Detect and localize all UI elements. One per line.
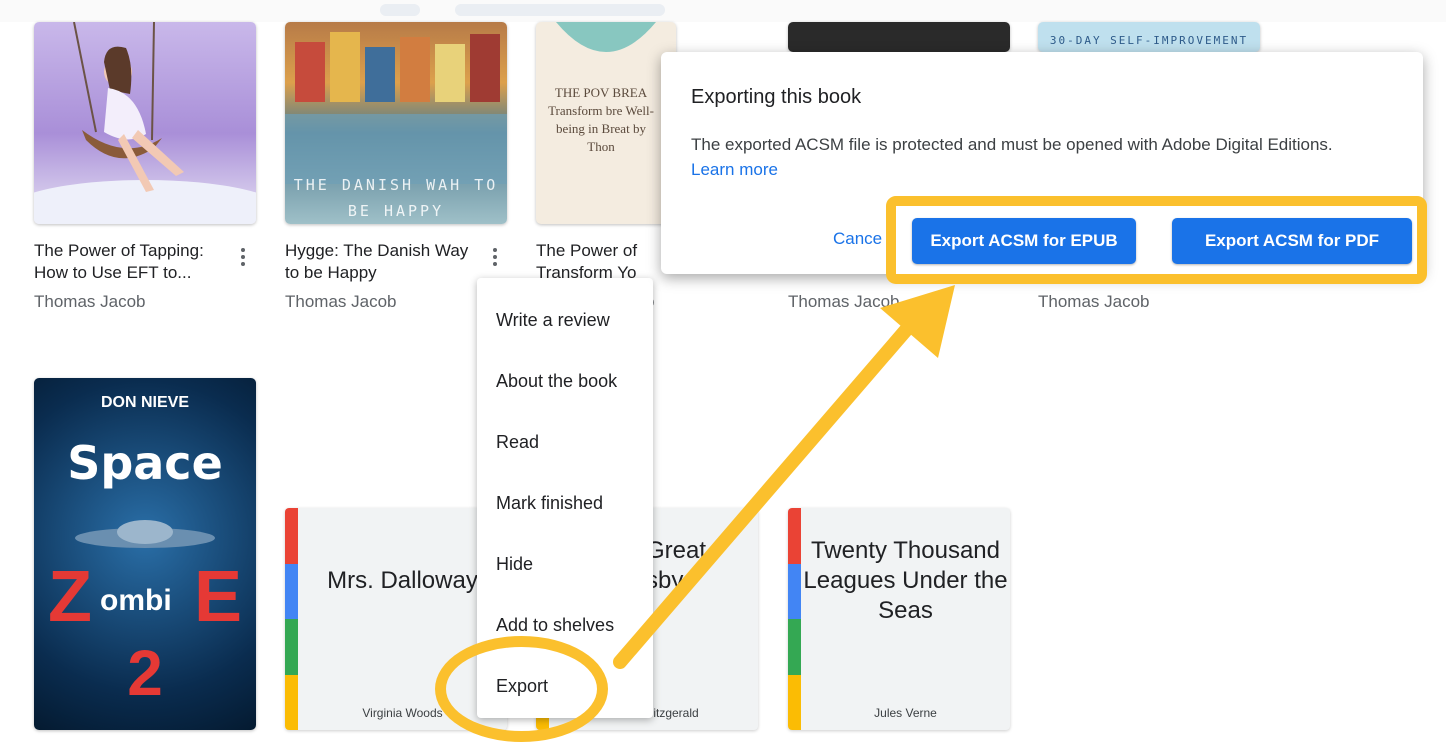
pointer-arrow [613,285,955,669]
